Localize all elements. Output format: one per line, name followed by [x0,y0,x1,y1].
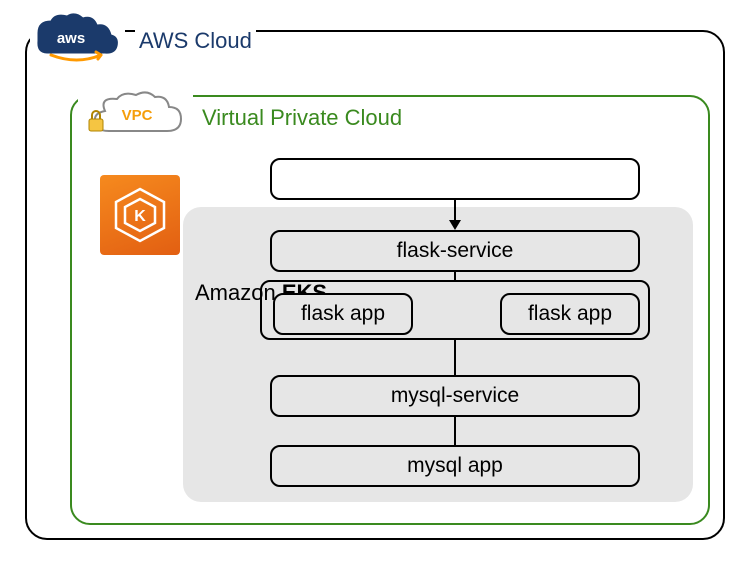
mysql-app-label: mysql app [407,454,503,478]
connector-3 [454,340,456,375]
aws-logo-text: aws [56,30,84,47]
arrow-line-1 [454,200,456,222]
eks-icon-letter: K [134,208,146,225]
mysql-service-label: mysql-service [391,384,519,408]
aws-cloud-label: AWS Cloud [135,28,256,54]
vpc-badge-text: VPC [121,107,152,124]
connector-4 [454,417,456,445]
connector-2 [454,272,456,280]
vpc-label: Virtual Private Cloud [198,105,406,131]
flask-service-box: flask-service [270,230,640,272]
aws-logo-icon: aws [30,10,125,70]
vpc-logo-icon: VPC [78,88,193,143]
flask-app-2-label: flask app [528,302,612,326]
arrow-head-1 [449,220,461,230]
flask-app-2-box: flask app [500,293,640,335]
flask-app-1-box: flask app [273,293,413,335]
flask-service-label: flask-service [397,239,514,263]
mysql-app-box: mysql app [270,445,640,487]
ingress-box [270,158,640,200]
eks-logo-icon: K [100,175,180,255]
mysql-service-box: mysql-service [270,375,640,417]
flask-app-1-label: flask app [301,302,385,326]
